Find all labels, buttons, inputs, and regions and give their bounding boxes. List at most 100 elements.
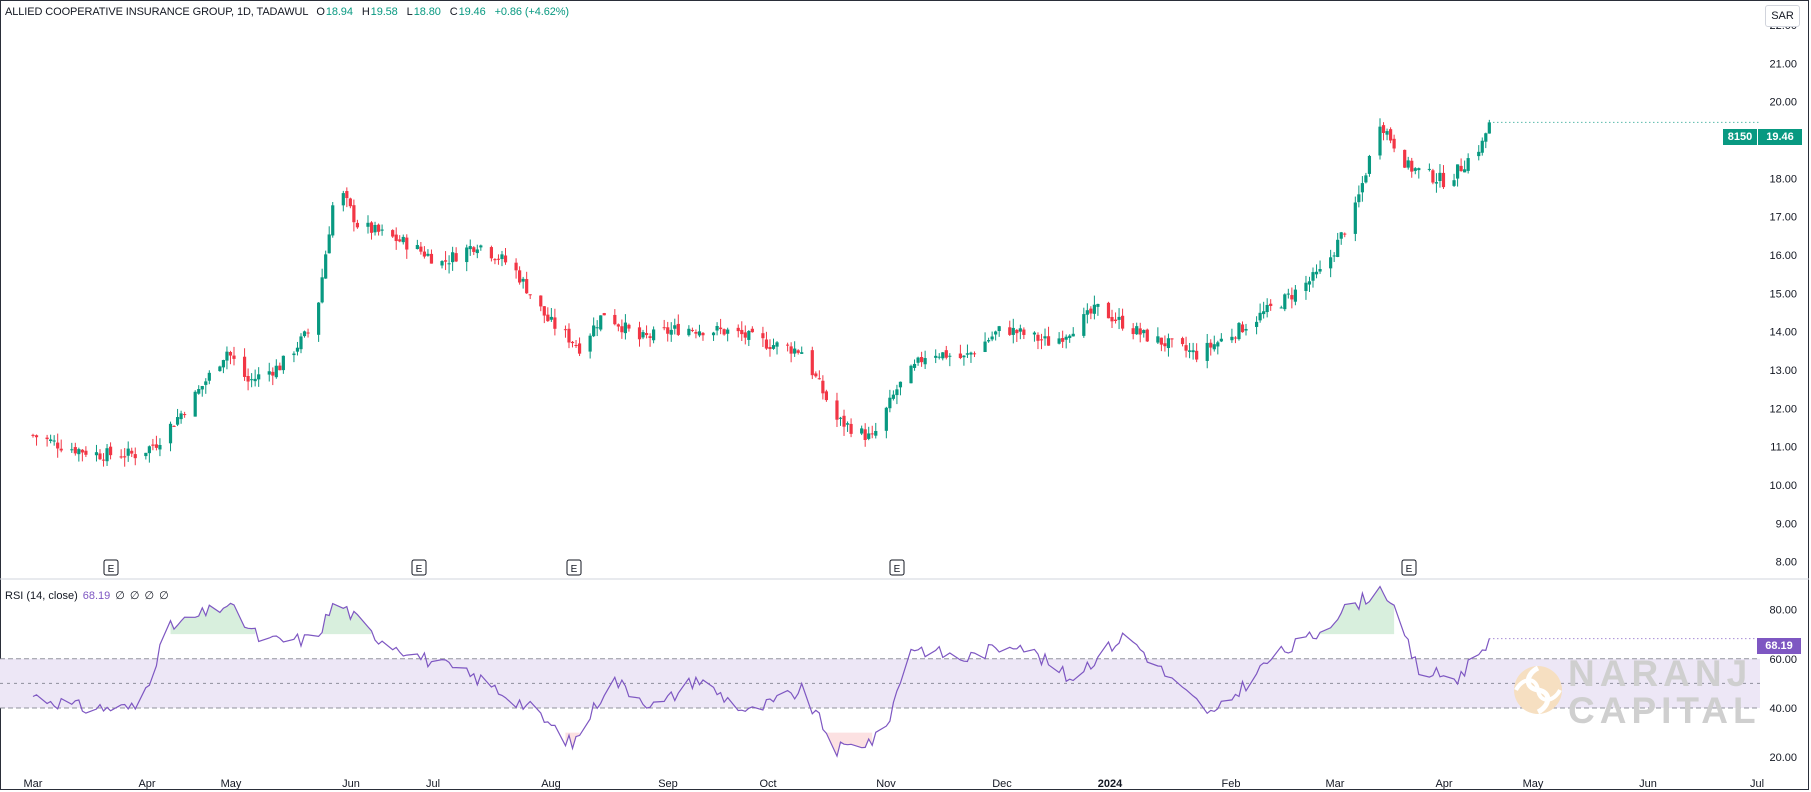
candle xyxy=(983,332,987,353)
candle xyxy=(1431,168,1435,185)
candle-body xyxy=(1061,338,1065,342)
candle xyxy=(567,323,571,349)
candle-body xyxy=(662,327,666,329)
candle xyxy=(130,447,134,458)
candle xyxy=(320,268,324,304)
candle-body xyxy=(1431,170,1435,183)
candle xyxy=(503,248,508,265)
candle xyxy=(341,190,345,212)
watermark: NARANJ CAPITAL xyxy=(1508,650,1756,729)
candle xyxy=(183,411,187,418)
candle-body xyxy=(574,344,578,346)
candle xyxy=(1032,331,1037,342)
candle xyxy=(1057,332,1061,345)
candle-body xyxy=(719,327,723,330)
price-tick-label: 17.00 xyxy=(1769,212,1797,224)
candle-body xyxy=(1381,125,1386,133)
currency-button[interactable]: SAR xyxy=(1765,5,1800,27)
candle-body xyxy=(969,352,973,355)
candle xyxy=(994,330,998,341)
candle-body xyxy=(542,306,546,316)
candle-body xyxy=(521,278,525,282)
candle xyxy=(874,422,878,439)
candle-body xyxy=(1466,158,1470,171)
candle xyxy=(884,406,888,439)
candle-body xyxy=(694,332,698,334)
candle-body xyxy=(207,372,211,381)
rsi-tick-label: 60.00 xyxy=(1769,654,1797,666)
candle-body xyxy=(648,336,652,338)
candle-body xyxy=(1233,337,1238,339)
candle xyxy=(447,255,451,274)
earnings-marker: E xyxy=(1401,559,1417,576)
watermark-line-2: CAPITAL xyxy=(1568,690,1761,731)
candle-body xyxy=(183,414,187,416)
candle-body xyxy=(105,448,109,462)
candle xyxy=(835,392,839,428)
candle-body xyxy=(376,224,381,232)
candle xyxy=(225,346,229,370)
candle xyxy=(1262,301,1266,319)
candle-body xyxy=(786,344,790,346)
candle-body xyxy=(1212,344,1216,350)
time-tick-label: Jul xyxy=(426,778,440,790)
candle xyxy=(838,416,843,426)
candle-body xyxy=(422,251,427,257)
candle xyxy=(1113,312,1118,324)
candle-body xyxy=(1254,321,1259,327)
candle xyxy=(1166,333,1171,357)
candle xyxy=(616,323,620,332)
candle-body xyxy=(1438,172,1442,181)
candle xyxy=(518,266,522,285)
candle xyxy=(274,359,278,379)
candle-body xyxy=(324,254,328,279)
candle xyxy=(1403,149,1407,169)
candle xyxy=(916,356,920,366)
candle xyxy=(937,353,941,360)
candle xyxy=(1219,333,1223,343)
candle-body xyxy=(793,348,797,354)
candle-body xyxy=(743,332,747,338)
candle xyxy=(1441,165,1446,189)
candle-body xyxy=(987,340,991,342)
candle xyxy=(1283,293,1287,312)
candle xyxy=(1360,176,1364,202)
candle xyxy=(1304,275,1308,300)
rsi-value-tag: 68.19 xyxy=(1757,638,1801,654)
candle-body xyxy=(1219,338,1223,342)
candle xyxy=(1438,164,1442,188)
candle-body xyxy=(652,329,656,341)
price-tick-label: 9.00 xyxy=(1776,518,1797,530)
candle-body xyxy=(1406,160,1410,168)
candle xyxy=(98,449,102,461)
candles xyxy=(31,118,1491,467)
candle-body xyxy=(711,332,716,336)
candle-body xyxy=(1318,268,1322,272)
candle xyxy=(1110,309,1114,329)
candle xyxy=(1466,153,1470,174)
candle xyxy=(1269,299,1273,311)
candle-body xyxy=(500,254,504,260)
candle-body xyxy=(271,371,275,376)
candle-body xyxy=(1385,131,1389,135)
candle xyxy=(549,307,553,322)
candle xyxy=(514,258,518,279)
candle xyxy=(56,433,60,458)
candle xyxy=(352,199,356,232)
candle-body xyxy=(916,357,920,363)
candle xyxy=(750,326,754,333)
time-tick-label: Jun xyxy=(342,778,360,790)
candle-body xyxy=(1367,155,1372,174)
candle-body xyxy=(77,449,81,455)
candle-body xyxy=(331,205,335,236)
candle-body xyxy=(1089,308,1093,314)
candle-body xyxy=(810,350,814,376)
candle xyxy=(126,441,130,462)
candle xyxy=(1039,333,1044,350)
candle-body xyxy=(1403,149,1407,168)
candle xyxy=(570,341,575,348)
candle-body xyxy=(1357,194,1361,203)
candle xyxy=(1385,128,1389,141)
candle-body xyxy=(747,330,751,340)
earnings-marker-label: E xyxy=(894,564,901,575)
